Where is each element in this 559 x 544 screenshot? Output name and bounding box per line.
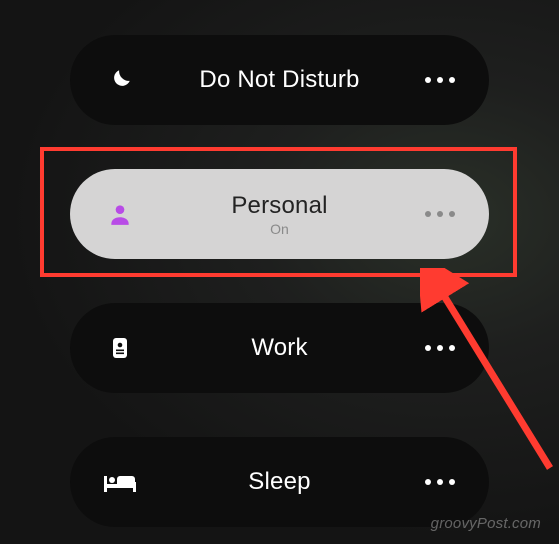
moon-icon: [104, 64, 136, 96]
more-button[interactable]: [425, 77, 455, 83]
focus-item-dnd[interactable]: Do Not Disturb: [70, 35, 489, 125]
focus-label: Sleep: [248, 468, 310, 496]
focus-label: Work: [251, 334, 307, 362]
focus-item-personal[interactable]: Personal On: [70, 169, 489, 259]
more-button[interactable]: [425, 211, 455, 217]
focus-item-work[interactable]: Work: [70, 303, 489, 393]
bed-icon: [104, 466, 136, 498]
focus-label: Do Not Disturb: [199, 66, 359, 94]
focus-sublabel: On: [270, 221, 289, 237]
watermark: groovyPost.com: [431, 515, 541, 532]
person-icon: [104, 198, 136, 230]
more-button[interactable]: [425, 345, 455, 351]
focus-item-sleep[interactable]: Sleep: [70, 437, 489, 527]
focus-mode-list: Do Not Disturb Personal On: [70, 35, 489, 527]
more-button[interactable]: [425, 479, 455, 485]
focus-label: Personal: [231, 192, 327, 220]
badge-icon: [104, 332, 136, 364]
